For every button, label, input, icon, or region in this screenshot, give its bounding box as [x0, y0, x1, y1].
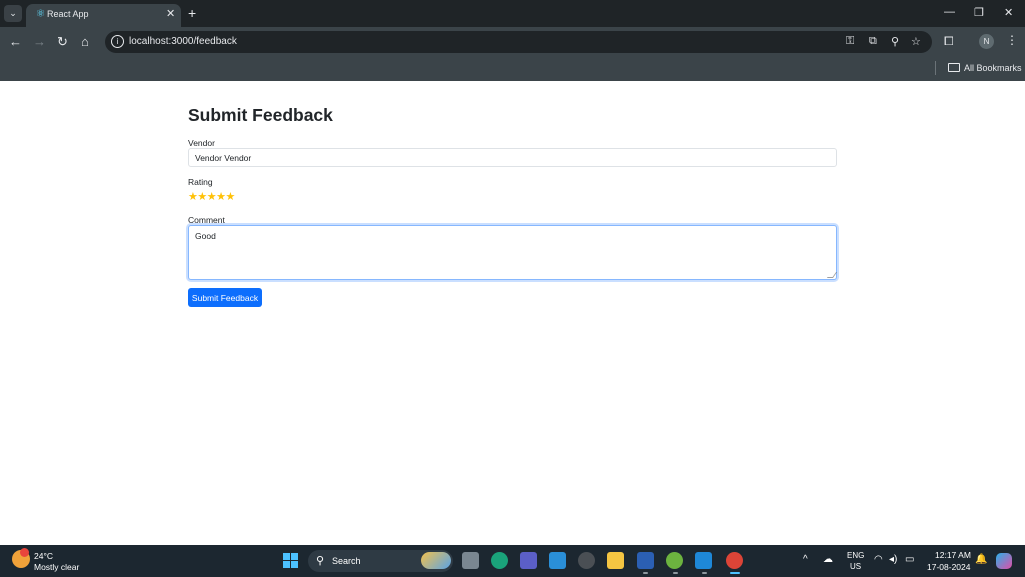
forward-icon: → [33, 34, 46, 49]
wifi-icon[interactable]: ◠ [874, 554, 883, 565]
taskbar [0, 545, 1025, 577]
bookmark-star-icon[interactable]: ☆ [911, 35, 921, 48]
star-rating: ★★★★★ [188, 190, 235, 203]
clock-date[interactable]: 17-08-2024 [927, 562, 970, 572]
folder-icon [948, 63, 960, 72]
tab-search-icon[interactable]: ⌄ [4, 5, 22, 22]
restore-icon[interactable]: ❐ [974, 6, 984, 19]
divider [935, 61, 936, 75]
star-icon-3[interactable]: ★ [207, 191, 217, 203]
zoom-icon[interactable]: ⚲ [891, 35, 899, 48]
volume-icon[interactable]: ◂) [889, 554, 897, 565]
teams-icon[interactable] [520, 552, 537, 569]
star-icon-2[interactable]: ★ [197, 191, 207, 203]
word-icon[interactable] [637, 552, 654, 569]
onedrive-icon[interactable]: ☁ [823, 554, 833, 565]
search-icon: ⚲ [316, 555, 325, 567]
edge-icon[interactable] [491, 552, 508, 569]
store-icon[interactable] [549, 552, 566, 569]
vscode-icon[interactable] [695, 552, 712, 569]
tab-title: React App [47, 9, 89, 19]
battery-icon[interactable]: ▭ [905, 554, 914, 565]
weather-temp[interactable]: 24°C [34, 551, 53, 561]
page-title: Submit Feedback [188, 105, 333, 125]
spring-tools-icon[interactable] [666, 552, 683, 569]
windows-start-icon[interactable] [283, 553, 298, 568]
star-icon-1[interactable]: ★ [188, 191, 198, 203]
comment-field[interactable] [188, 225, 837, 280]
tab-strip: ⌄ ⚛ React App ✕ + — ❐ ✕ [0, 0, 1025, 27]
home-icon[interactable]: ⌂ [81, 34, 89, 49]
bookmarks-bar: All Bookmarks [0, 57, 1025, 81]
submit-feedback-button[interactable]: Submit Feedback [188, 288, 262, 307]
minimize-icon[interactable]: — [944, 6, 955, 18]
star-icon-4[interactable]: ★ [216, 191, 226, 203]
reload-icon[interactable]: ↻ [57, 34, 68, 49]
copilot-icon[interactable] [996, 553, 1012, 569]
address-bar[interactable]: i localhost:3000/feedback ⚿ ⧉ ⚲ ☆ [105, 31, 932, 53]
vendor-field[interactable] [188, 148, 837, 167]
all-bookmarks-link[interactable]: All Bookmarks [964, 63, 1022, 73]
back-icon[interactable]: ← [9, 34, 22, 49]
running-indicator [643, 572, 648, 574]
task-view-icon[interactable] [462, 552, 479, 569]
url-text[interactable]: localhost:3000/feedback [129, 36, 237, 47]
plus-icon[interactable]: + [188, 5, 196, 21]
chevron-up-icon[interactable]: ^ [803, 554, 808, 565]
file-explorer-icon[interactable] [607, 552, 624, 569]
vendor-label: Vendor [188, 138, 215, 148]
weather-alert-badge [20, 548, 29, 557]
clock-time[interactable]: 12:17 AM [935, 550, 971, 560]
weather-desc[interactable]: Mostly clear [34, 562, 79, 572]
language-indicator[interactable]: ENG [847, 551, 864, 560]
comment-label: Comment [188, 215, 225, 225]
close-icon[interactable]: ✕ [166, 7, 175, 20]
language-region[interactable]: US [850, 562, 861, 571]
rating-label: Rating [188, 177, 213, 187]
window-close-icon[interactable]: ✕ [1004, 6, 1013, 19]
running-indicator [702, 572, 707, 574]
running-indicator [673, 572, 678, 574]
site-info-icon[interactable]: i [111, 35, 124, 48]
star-icon-5[interactable]: ★ [226, 191, 236, 203]
search-label: Search [332, 556, 361, 566]
menu-icon[interactable]: ⋮ [1006, 33, 1018, 47]
active-indicator [730, 572, 740, 574]
extensions-icon[interactable]: ⧠ [944, 34, 954, 49]
widget-icon[interactable] [421, 552, 451, 569]
password-key-icon[interactable]: ⚿ [846, 35, 854, 48]
browser-toolbar: ← → ↻ ⌂ i localhost:3000/feedback ⚿ ⧉ ⚲ … [0, 27, 1025, 57]
avatar[interactable]: N [979, 34, 994, 49]
chrome-icon[interactable] [726, 552, 743, 569]
install-app-icon[interactable]: ⧉ [869, 35, 877, 48]
react-favicon: ⚛ [35, 8, 46, 20]
tab-react-app[interactable]: ⚛ React App ✕ [26, 4, 181, 27]
dell-icon[interactable] [578, 552, 595, 569]
notification-icon[interactable]: 🔔 [975, 554, 987, 565]
